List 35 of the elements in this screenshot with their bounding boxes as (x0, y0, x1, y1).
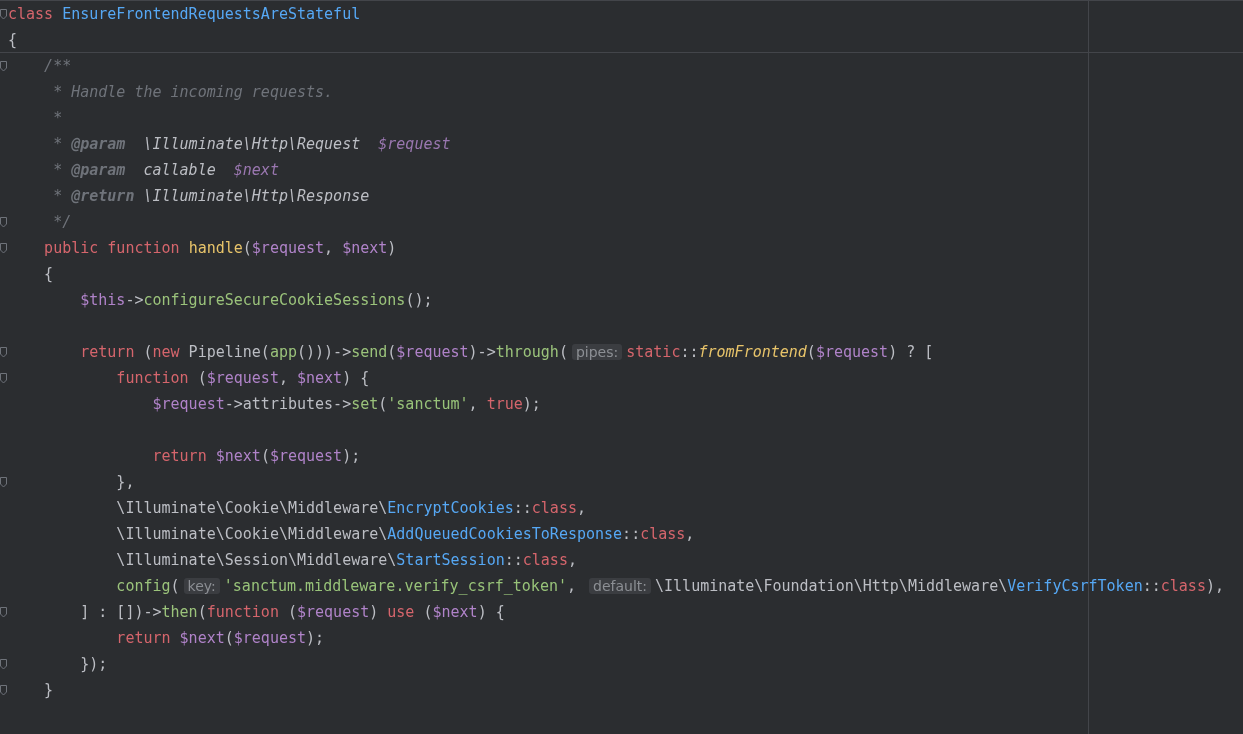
fold-icon[interactable] (0, 606, 7, 618)
fold-icon[interactable] (0, 8, 7, 20)
fold-icon[interactable] (0, 60, 7, 72)
code-line: * @return \Illuminate\Http\Response (52, 186, 370, 206)
code-line: $this->configureSecureCookieSessions(); (79, 290, 433, 310)
code-line: * (52, 108, 63, 128)
code-line: class EnsureFrontendRequestsAreStateful (8, 4, 361, 24)
code-line: } (43, 680, 54, 700)
fold-icon[interactable] (0, 684, 7, 696)
code-line: return (new Pipeline(app()))->send($request)->through( pipes: static::fromFrontend($request) ? [ (79, 342, 934, 362)
code-line: }, (115, 472, 135, 492)
code-line: ] : [])->then(function ($request) use ($next) { (79, 602, 505, 622)
code-line: \Illuminate\Session\Middleware\StartSession::class, (115, 550, 577, 570)
fold-icon[interactable] (0, 346, 7, 358)
code-line: function ($request, $next) { (115, 368, 370, 388)
code-line: \Illuminate\Cookie\Middleware\AddQueuedCookiesToResponse::class, (115, 524, 695, 544)
code-line: { (8, 29, 18, 50)
code-line: * Handle the incoming requests. (52, 82, 334, 102)
fold-icon[interactable] (0, 372, 7, 384)
fold-icon[interactable] (0, 476, 7, 488)
code-line: \Illuminate\Cookie\Middleware\EncryptCookies::class, (115, 498, 586, 518)
code-line: * @param \Illuminate\Http\Request $request (52, 134, 451, 154)
fold-icon[interactable] (0, 216, 7, 228)
code-line: { (43, 264, 54, 284)
code-line: /** (43, 56, 72, 76)
code-line: $request->attributes->set('sanctum', true); (151, 394, 541, 414)
code-line: public function handle($request, $next) (43, 238, 397, 258)
code-line: return $next($request); (151, 446, 361, 466)
code-line: return $next($request); (115, 628, 325, 648)
code-line: config( key: 'sanctum.middleware.verify_csrf_token', default: \Illuminate\Foundation\Http\Middleware\VerifyCsrfToken::class), (115, 576, 1224, 596)
fold-icon[interactable] (0, 242, 7, 254)
code-line: */ (52, 212, 72, 232)
code-line: }); (79, 654, 108, 674)
code-line: * @param callable $next (52, 160, 279, 180)
fold-icon[interactable] (0, 658, 7, 670)
